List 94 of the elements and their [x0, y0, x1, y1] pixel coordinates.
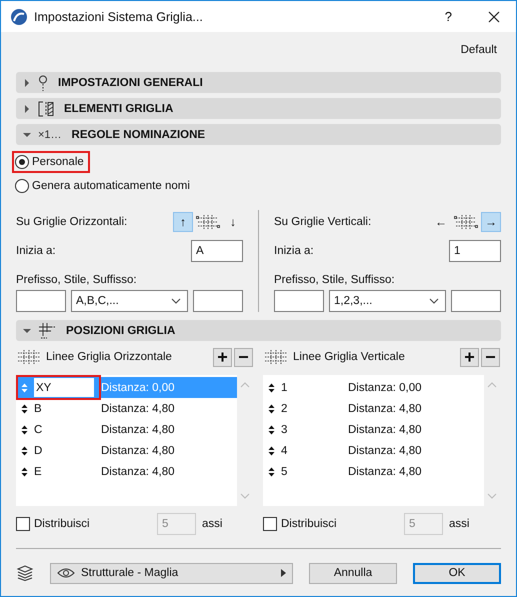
unit-label: assi	[202, 518, 222, 530]
start-field[interactable]: 1	[449, 240, 501, 262]
grid-line-row[interactable]: 1 Distanza: 0,00	[263, 377, 484, 398]
distribute-checkbox[interactable]: Distribuisci	[16, 517, 157, 531]
grid-line-row[interactable]: XY Distanza: 0,00	[16, 377, 237, 398]
prefix-field[interactable]	[16, 290, 66, 312]
field-label: Su Griglie Orizzontali:	[16, 216, 128, 228]
prefix-field[interactable]	[274, 290, 324, 312]
chevron-down-icon	[429, 298, 439, 304]
distance-value: Distanza: 4,80	[348, 424, 422, 436]
field-label: Inizia a:	[274, 245, 314, 257]
section-header[interactable]: IMPOSTAZIONI GENERALI	[16, 72, 501, 93]
distance-value: Distanza: 4,80	[348, 466, 422, 478]
field-label: Inizia a:	[16, 245, 56, 257]
grid-line-row[interactable]: E Distanza: 4,80	[16, 461, 237, 482]
radio-button[interactable]: Genera automaticamente nomi	[12, 175, 196, 197]
line-name: 2	[281, 402, 288, 414]
distance-value: Distanza: 4,80	[348, 444, 422, 456]
radio-button[interactable]: Personale	[12, 151, 90, 173]
grid-lines-icon	[263, 349, 289, 365]
list-title: Linee Griglia Orizzontale	[46, 351, 173, 363]
pin-icon	[38, 74, 48, 90]
grid-line-row[interactable]: 4 Distanza: 4,80	[263, 440, 484, 461]
grid-line-row[interactable]: 5 Distanza: 4,80	[263, 461, 484, 482]
grid-lines-icon	[16, 349, 42, 365]
reorder-icon	[21, 382, 28, 392]
layers-icon	[16, 565, 34, 581]
grid-position-icon	[38, 322, 56, 340]
grid-line-row[interactable]: D Distanza: 4,80	[16, 440, 237, 461]
line-name: E	[34, 466, 42, 478]
reorder-icon	[21, 466, 28, 476]
reorder-icon	[21, 404, 28, 414]
help-button[interactable]: ?	[444, 9, 452, 24]
reorder-icon	[268, 404, 275, 414]
distribute-checkbox[interactable]: Distribuisci	[263, 517, 404, 531]
section-header[interactable]: ELEMENTI GRIGLIA	[16, 98, 501, 119]
direction-toggle[interactable]: →	[481, 212, 501, 232]
line-name: 1	[281, 382, 288, 394]
field-label: Prefisso, Stile, Suffisso:	[274, 274, 395, 286]
add-button[interactable]: +	[460, 348, 479, 366]
style-dropdown[interactable]: A,B,C,...	[71, 290, 188, 312]
remove-button[interactable]: −	[481, 348, 500, 366]
line-name: C	[34, 424, 42, 436]
distance-value: Distanza: 4,80	[101, 424, 175, 436]
layer-dropdown[interactable]: Strutturale - Maglia	[50, 562, 293, 584]
suffix-field[interactable]	[193, 290, 243, 312]
distance-value: Distanza: 0,00	[101, 382, 175, 394]
preset-label: Default	[460, 44, 497, 56]
grid-line-row[interactable]: 2 Distanza: 4,80	[263, 398, 484, 419]
direction-toggle[interactable]: ↑	[173, 212, 193, 232]
style-dropdown[interactable]: 1,2,3,...	[329, 290, 446, 312]
line-name: 5	[281, 466, 288, 478]
dialog-button[interactable]: Annulla	[309, 562, 397, 584]
field-label: Su Griglie Verticali:	[274, 216, 372, 228]
line-name: B	[34, 402, 42, 414]
eye-icon	[57, 567, 75, 579]
start-field[interactable]: A	[191, 240, 243, 262]
reorder-icon	[268, 446, 275, 456]
distance-value: Distanza: 4,80	[101, 444, 175, 456]
line-name: 4	[281, 444, 288, 456]
distance-value: Distanza: 0,00	[348, 382, 422, 394]
section-header[interactable]: POSIZIONI GRIGLIA	[16, 320, 501, 341]
distance-value: Distanza: 4,80	[101, 402, 175, 414]
add-button[interactable]: +	[213, 348, 232, 366]
grid-line-row[interactable]: 3 Distanza: 4,80	[263, 419, 484, 440]
suffix-field[interactable]	[451, 290, 501, 312]
reorder-icon	[268, 382, 275, 392]
distance-value: Distanza: 4,80	[348, 402, 422, 414]
line-name: D	[34, 444, 42, 456]
direction-toggle[interactable]: ←	[431, 212, 451, 232]
unit-label: assi	[449, 518, 470, 530]
app-logo-icon	[10, 8, 28, 26]
dialog-button[interactable]: OK	[413, 562, 501, 584]
grid-line-row[interactable]: B Distanza: 4,80	[16, 398, 237, 419]
section-header[interactable]: ×1… REGOLE NOMINAZIONE	[16, 124, 501, 145]
name-field[interactable]: XY	[34, 378, 94, 397]
grid-element-icon	[38, 100, 54, 116]
direction-toggle[interactable]: ↓	[223, 212, 243, 232]
remove-button[interactable]: −	[234, 348, 253, 366]
field-label: Prefisso, Stile, Suffisso:	[16, 274, 137, 286]
grid-line-row[interactable]: C Distanza: 4,80	[16, 419, 237, 440]
chevron-down-icon	[171, 298, 181, 304]
list-title: Linee Griglia Verticale	[293, 351, 406, 363]
reorder-icon	[21, 424, 28, 434]
distance-value: Distanza: 4,80	[101, 466, 175, 478]
grid-lines-icon	[454, 214, 478, 230]
grid-lines-icon	[196, 214, 220, 230]
caret-icon	[281, 569, 286, 577]
close-icon[interactable]	[488, 10, 500, 22]
reorder-icon	[268, 424, 275, 434]
reorder-icon	[268, 466, 275, 476]
window-title: Impostazioni Sistema Griglia...	[34, 10, 204, 24]
reorder-icon	[21, 446, 28, 456]
line-name: 3	[281, 424, 288, 436]
